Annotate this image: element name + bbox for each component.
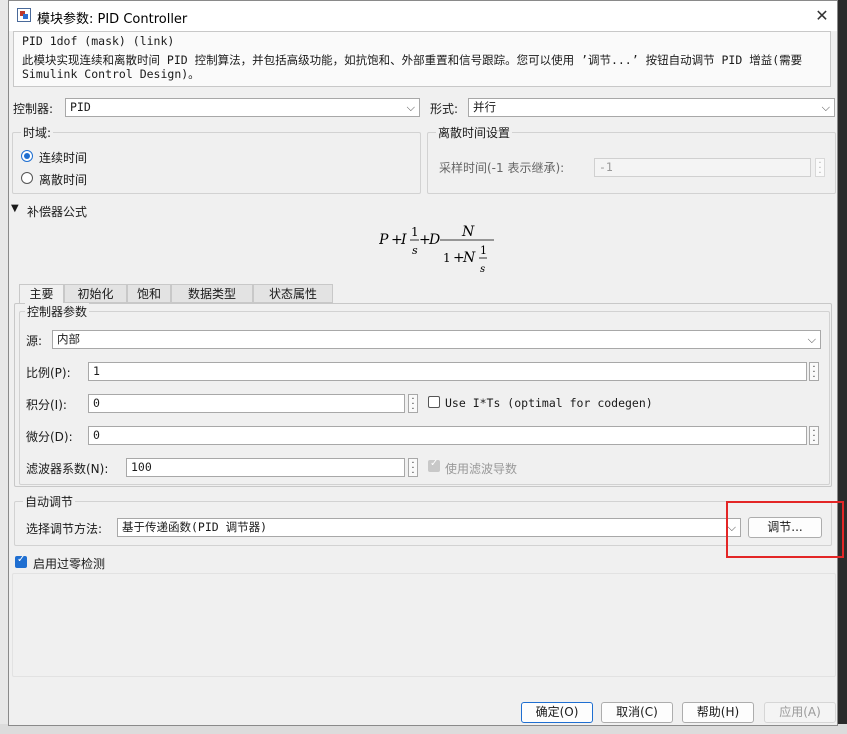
close-button[interactable]: ✕ (807, 1, 837, 31)
block-parameters-dialog: 模块参数: PID Controller ✕ PID 1dof (mask) (… (8, 0, 844, 726)
window-title: 模块参数: PID Controller (37, 12, 188, 27)
compensator-formula-label[interactable]: 补偿器公式 (27, 203, 87, 220)
formula-term-p: P (379, 232, 389, 248)
empty-area (12, 573, 836, 677)
zero-crossing-checkbox[interactable]: ✓ (15, 554, 27, 568)
autotune-group: 自动调节 选择调节方法: 基于传递函数(PID 调节器) ⌵ 调节... (14, 493, 832, 546)
formula-n-numerator: N (461, 224, 475, 240)
proportional-input[interactable]: 1 (88, 362, 807, 381)
sample-time-input[interactable]: -1 (594, 158, 811, 177)
discrete-time-radio[interactable] (21, 172, 33, 184)
discrete-time-label[interactable]: 离散时间 (39, 171, 87, 188)
more-options-icon[interactable]: · · · (809, 426, 819, 447)
filtered-derivative-label[interactable]: 使用滤波导数 (445, 460, 517, 477)
checkmark-icon: ✓ (17, 554, 26, 565)
more-options-icon[interactable]: · · · (408, 458, 418, 479)
tab-main[interactable]: 主要 (19, 284, 64, 304)
controller-select[interactable]: PID ⌵ (65, 98, 420, 117)
continuous-time-label[interactable]: 连续时间 (39, 149, 87, 166)
form-select-value: 并行 (473, 100, 496, 114)
derivative-label: 微分(D): (26, 430, 73, 444)
source-select-value: 内部 (57, 332, 80, 346)
controller-select-value: PID (70, 100, 91, 114)
more-options-icon[interactable]: · · · (809, 362, 819, 383)
time-domain-title: 时域: (21, 124, 54, 141)
tab-data-types[interactable]: 数据类型 (171, 284, 253, 303)
tune-button-highlight (726, 501, 844, 558)
form-select[interactable]: 并行 ⌵ (468, 98, 835, 117)
filtered-derivative-checkbox[interactable]: ✓ (428, 458, 440, 472)
formula-s-2: s (480, 264, 485, 275)
background-window-right (838, 0, 847, 734)
filter-coefficient-input[interactable]: 100 (126, 458, 405, 477)
formula-term-d: D (428, 232, 440, 248)
tab-saturation[interactable]: 饱和 (127, 284, 171, 303)
formula-term-i: I (400, 232, 407, 248)
mask-heading: PID 1dof (mask) (link) (22, 34, 175, 48)
form-label: 形式: (430, 102, 459, 116)
filter-coefficient-label: 滤波器系数(N): (26, 462, 109, 476)
formula-s-1: s (412, 244, 418, 257)
discrete-settings-group: 离散时间设置 采样时间(-1 表示继承): -1 · · · (427, 124, 836, 194)
tab-state-attributes[interactable]: 状态属性 (253, 284, 333, 303)
autotune-title: 自动调节 (23, 493, 76, 510)
simulink-block-icon (17, 8, 31, 22)
chevron-down-icon: ⌵ (821, 101, 830, 114)
more-options-icon[interactable]: · · · (408, 394, 418, 415)
controller-label: 控制器: (13, 102, 54, 116)
zero-crossing-label[interactable]: 启用过零检测 (33, 555, 105, 572)
mask-description: PID 1dof (mask) (link) 此模块实现连续和离散时间 PID … (13, 31, 831, 87)
formula-graphic: P + I 1 s + D N 1 + N 1 s (378, 224, 494, 275)
more-options-icon[interactable]: · · · (815, 158, 825, 179)
formula-one-1: 1 (411, 225, 419, 239)
collapse-triangle-icon[interactable]: ▼ (11, 203, 19, 214)
tuning-method-select[interactable]: 基于传递函数(PID 调节器) ⌵ (117, 518, 741, 537)
source-label: 源: (26, 334, 43, 348)
discrete-settings-title: 离散时间设置 (436, 124, 513, 141)
formula-one-2: 1 (443, 251, 451, 265)
ok-button[interactable]: 确定(O) (521, 702, 593, 723)
integral-input[interactable]: 0 (88, 394, 405, 413)
proportional-label: 比例(P): (26, 366, 71, 380)
cancel-button[interactable]: 取消(C) (601, 702, 673, 723)
use-its-checkbox[interactable] (428, 396, 440, 408)
title-bar[interactable]: 模块参数: PID Controller ✕ (9, 1, 837, 31)
chevron-down-icon: ⌵ (807, 333, 816, 346)
tuning-method-value: 基于传递函数(PID 调节器) (122, 520, 268, 534)
time-domain-group: 时域: 连续时间 离散时间 (12, 124, 421, 194)
controller-params-group: 控制器参数 源: 内部 ⌵ 比例(P): 1 · · · 积分(I): 0 · · · … (19, 303, 830, 485)
apply-button[interactable]: 应用(A) (764, 702, 836, 723)
close-icon: ✕ (815, 6, 829, 25)
use-its-label[interactable]: Use I*Ts (optimal for codegen) (445, 396, 653, 410)
integral-label: 积分(I): (26, 398, 67, 412)
controller-params-title: 控制器参数 (25, 303, 90, 320)
derivative-input[interactable]: 0 (88, 426, 807, 445)
formula-n-denominator: N (462, 250, 476, 266)
tuning-method-label: 选择调节方法: (26, 522, 103, 536)
compensator-formula: P + I 1 s + D N 1 + N 1 s (378, 221, 499, 281)
tab-initialization[interactable]: 初始化 (64, 284, 127, 303)
sample-time-label: 采样时间(-1 表示继承): (439, 161, 565, 175)
continuous-time-radio[interactable] (21, 150, 33, 162)
mask-description-text: 此模块实现连续和离散时间 PID 控制算法，并包括高级功能，如抗饱和、外部重置和… (22, 53, 803, 81)
checkmark-icon: ✓ (430, 458, 439, 469)
help-button[interactable]: 帮助(H) (682, 702, 754, 723)
source-select[interactable]: 内部 ⌵ (52, 330, 821, 349)
formula-one-3: 1 (480, 244, 487, 257)
chevron-down-icon: ⌵ (406, 101, 415, 114)
